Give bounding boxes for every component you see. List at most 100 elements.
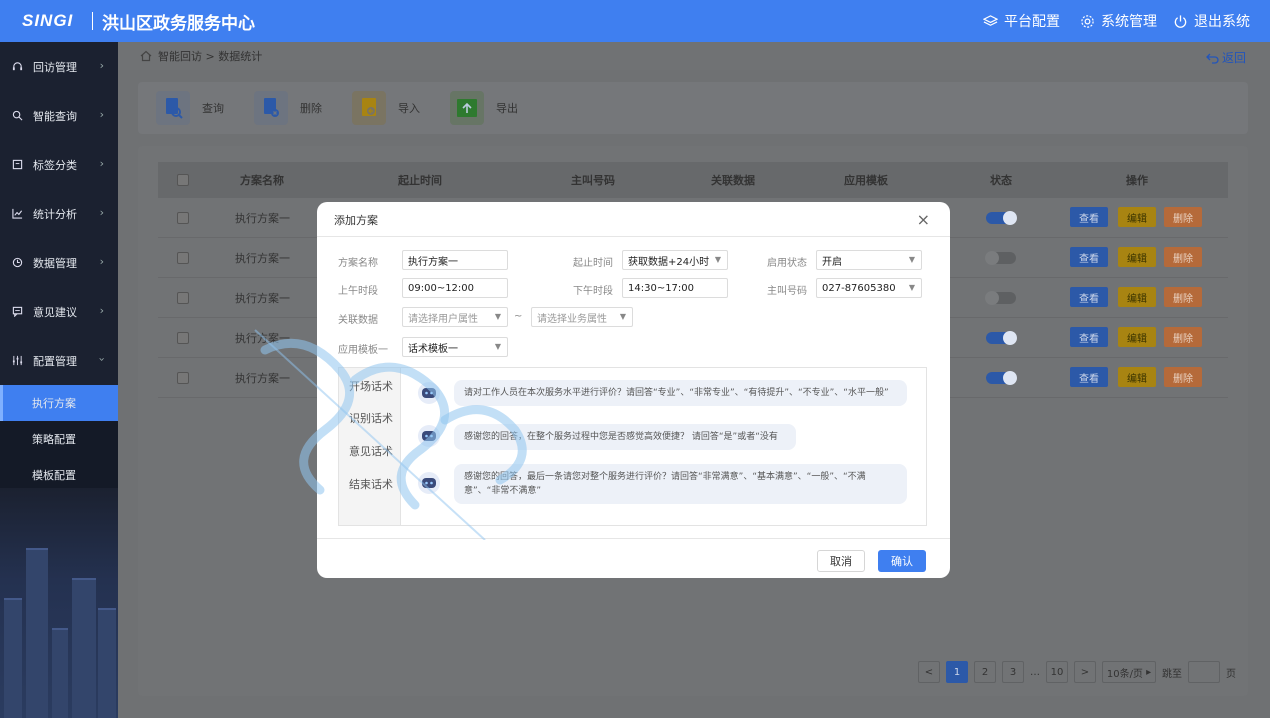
sidebar-item-smart-query[interactable]: 智能查询 › (0, 91, 118, 140)
sidebar-item-tag-category[interactable]: 标签分类 › (0, 140, 118, 189)
logout-link[interactable]: 退出系统 (1173, 0, 1250, 42)
view-button[interactable]: 查看 (1070, 207, 1108, 227)
sidebar-item-statistics[interactable]: 统计分析 › (0, 189, 118, 238)
plan-name-input[interactable]: 执行方案一 (402, 250, 508, 270)
status-toggle[interactable] (985, 291, 1016, 305)
export-icon (450, 91, 484, 125)
row-checkbox[interactable] (177, 372, 189, 384)
status-toggle[interactable] (985, 251, 1016, 265)
caller-select[interactable]: 027-87605380 ▼ (816, 278, 922, 298)
next-page-button[interactable]: > (1074, 661, 1096, 683)
edit-button[interactable]: 编辑 (1118, 287, 1156, 307)
row-checkbox[interactable] (177, 332, 189, 344)
tab-opinion-script[interactable]: 意见话术 (349, 443, 393, 459)
jump-label: 跳至 (1162, 668, 1182, 680)
sidebar-item-label: 标签分类 (33, 158, 77, 172)
logo: SINGI (22, 11, 74, 30)
sidebar-item-data-management[interactable]: 数据管理 › (0, 238, 118, 287)
delete-row-button[interactable]: 删除 (1164, 367, 1202, 387)
tab-opening-script[interactable]: 开场话术 (349, 378, 393, 394)
plan-name-label: 方案名称 (338, 258, 378, 269)
page-10-button[interactable]: 10 (1046, 661, 1068, 683)
confirm-button[interactable]: 确认 (878, 550, 926, 572)
period-value: 获取数据+24小时 (628, 256, 710, 268)
tag-icon (12, 159, 23, 170)
chevron-right-icon: › (99, 304, 104, 317)
select-all-checkbox[interactable] (177, 174, 189, 186)
delete-button[interactable]: 删除 (254, 91, 322, 125)
status-toggle[interactable] (986, 211, 1017, 225)
back-link[interactable]: 返回 (1206, 49, 1246, 66)
layers-icon (983, 14, 998, 26)
view-button[interactable]: 查看 (1070, 327, 1108, 347)
plan-name-cell: 执行方案一 (235, 332, 290, 345)
sidebar-item-label: 智能查询 (33, 109, 77, 123)
related-label: 关联数据 (338, 315, 378, 326)
import-icon (352, 91, 386, 125)
status-value: 开启 (822, 256, 842, 268)
row-checkbox[interactable] (177, 292, 189, 304)
view-button[interactable]: 查看 (1070, 367, 1108, 387)
sidebar-item-suggestions[interactable]: 意见建议 › (0, 287, 118, 336)
query-button[interactable]: 查询 (156, 91, 224, 125)
edit-button[interactable]: 编辑 (1118, 327, 1156, 347)
script-preview: 开场话术 识别话术 意见话术 结束话术 请对工作人员在本次服务水平进行评价？请回… (338, 367, 927, 526)
jump-page-input[interactable] (1188, 661, 1220, 683)
prev-page-button[interactable]: < (918, 661, 940, 683)
import-button[interactable]: 导入 (352, 91, 420, 125)
sidebar-item-visit-management[interactable]: 回访管理 › (0, 42, 118, 91)
col-actions: 操作 (1126, 174, 1148, 187)
plan-name-cell: 执行方案一 (235, 292, 290, 305)
page-suffix: 页 (1226, 668, 1236, 680)
robot-avatar-icon (418, 382, 440, 404)
page-3-button[interactable]: 3 (1002, 661, 1024, 683)
close-icon[interactable]: × (917, 210, 930, 229)
chevron-down-icon: › (95, 357, 109, 362)
status-select[interactable]: 开启 ▼ (816, 250, 922, 270)
sidebar-item-label: 统计分析 (33, 207, 77, 221)
delete-row-button[interactable]: 删除 (1164, 247, 1202, 267)
edit-button[interactable]: 编辑 (1118, 367, 1156, 387)
template-select[interactable]: 话术模板一 ▼ (402, 337, 508, 357)
script-tabs: 开场话术 识别话术 意见话术 结束话术 (339, 368, 401, 525)
delete-row-button[interactable]: 删除 (1164, 287, 1202, 307)
sidebar-subitem-strategy-config[interactable]: 策略配置 (0, 421, 118, 457)
system-management-link[interactable]: 系统管理 (1080, 0, 1157, 42)
status-toggle[interactable] (986, 371, 1017, 385)
edit-button[interactable]: 编辑 (1118, 207, 1156, 227)
tab-ending-script[interactable]: 结束话术 (349, 476, 393, 492)
chevron-right-icon: › (99, 59, 104, 72)
am-time-input[interactable]: 09:00~12:00 (402, 278, 508, 298)
export-button[interactable]: 导出 (450, 91, 518, 125)
sidebar-subitem-execution-plan[interactable]: 执行方案 (0, 385, 118, 421)
status-toggle[interactable] (986, 331, 1017, 345)
row-checkbox[interactable] (177, 252, 189, 264)
robot-avatar-icon (418, 472, 440, 494)
template-value: 话术模板一 (408, 343, 458, 355)
row-checkbox[interactable] (177, 212, 189, 224)
breadcrumb: 智能回访 > 数据统计 返回 (118, 42, 1270, 70)
biz-attr-select[interactable]: 请选择业务属性 ▼ (531, 307, 633, 327)
page-2-button[interactable]: 2 (974, 661, 996, 683)
delete-row-button[interactable]: 删除 (1164, 327, 1202, 347)
platform-config-link[interactable]: 平台配置 (983, 0, 1060, 42)
delete-row-button[interactable]: 删除 (1164, 207, 1202, 227)
view-button[interactable]: 查看 (1070, 247, 1108, 267)
tab-recognition-script[interactable]: 识别话术 (349, 410, 393, 426)
page-size-select[interactable]: 10条/页 ▸ (1102, 661, 1156, 683)
return-icon (1206, 53, 1219, 64)
view-button[interactable]: 查看 (1070, 287, 1108, 307)
page-size-value: 10条/页 (1106, 668, 1143, 680)
edit-button[interactable]: 编辑 (1118, 247, 1156, 267)
sidebar-item-config-management[interactable]: 配置管理 › (0, 336, 118, 385)
import-label: 导入 (398, 102, 420, 115)
cancel-button[interactable]: 取消 (817, 550, 865, 572)
pm-time-input[interactable]: 14:30~17:00 (622, 278, 728, 298)
app-title: 洪山区政务服务中心 (102, 14, 255, 34)
period-select[interactable]: 获取数据+24小时 ▼ (622, 250, 728, 270)
add-plan-modal: 添加方案 × 方案名称 执行方案一 起止时间 获取数据+24小时 ▼ 启用状态 开… (317, 202, 950, 578)
user-attr-select[interactable]: 请选择用户属性 ▼ (402, 307, 508, 327)
page-1-button[interactable]: 1 (946, 661, 968, 683)
sidebar-item-label: 回访管理 (33, 60, 77, 74)
top-bar: SINGI 洪山区政务服务中心 平台配置 系统管理 退出系统 (0, 0, 1270, 42)
